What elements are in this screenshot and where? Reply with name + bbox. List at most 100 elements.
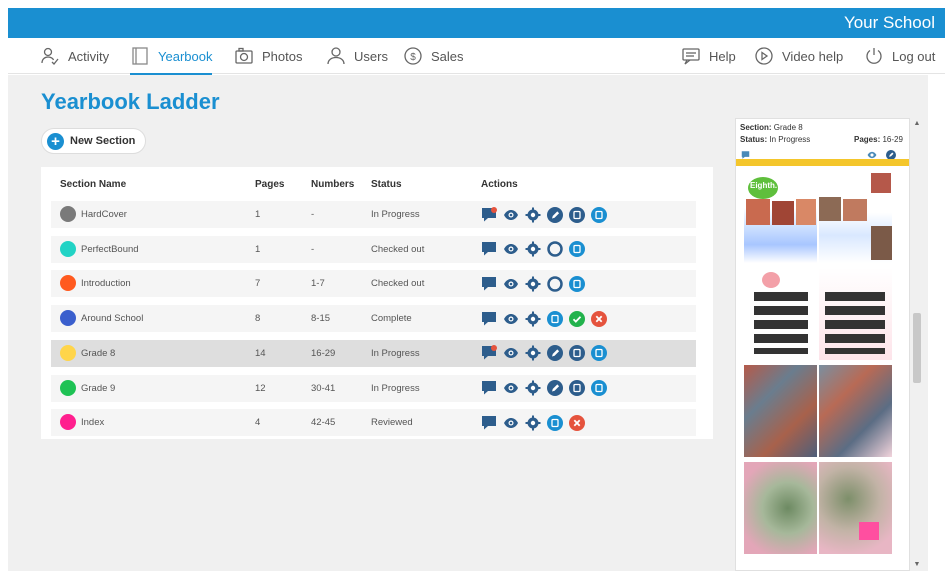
gear-icon[interactable] bbox=[525, 415, 541, 431]
gear-icon[interactable] bbox=[525, 380, 541, 396]
lock-blue-icon[interactable] bbox=[591, 206, 607, 223]
section-color-dot bbox=[60, 240, 76, 257]
page-thumbnail: Eighth. bbox=[744, 171, 817, 263]
gear-icon[interactable] bbox=[525, 241, 541, 257]
cancel-icon[interactable] bbox=[591, 310, 607, 327]
status-cell: Complete bbox=[371, 313, 412, 325]
section-color-dot bbox=[60, 379, 76, 396]
eye-icon[interactable] bbox=[503, 415, 519, 431]
school-name: Your School bbox=[843, 13, 935, 32]
preview-header: Section: Grade 8 Status: In Progress Pag… bbox=[736, 119, 909, 160]
section-name-cell: Grade 9 bbox=[81, 382, 116, 394]
preview-status-line: Status: In Progress bbox=[740, 135, 810, 144]
table-row[interactable]: PerfectBound 1 - Checked out bbox=[51, 235, 696, 263]
comment-alert-icon[interactable] bbox=[481, 206, 497, 223]
edit-icon[interactable] bbox=[547, 380, 563, 396]
eye-icon[interactable] bbox=[503, 276, 519, 292]
pages-cell: 8 bbox=[255, 313, 261, 325]
eye-icon[interactable] bbox=[503, 380, 519, 396]
gear-icon[interactable] bbox=[525, 276, 541, 292]
numbers-cell: 8-15 bbox=[311, 313, 331, 325]
eye-icon[interactable] bbox=[503, 311, 519, 327]
nav-photos[interactable]: Photos bbox=[234, 38, 302, 74]
preview-scrollbar[interactable]: ▲ ▼ bbox=[911, 118, 923, 571]
power-icon bbox=[866, 48, 882, 64]
gear-icon[interactable] bbox=[525, 345, 541, 361]
preview-section-label: Section: bbox=[740, 123, 772, 132]
preview-color-bar bbox=[736, 159, 909, 166]
lock-blue-icon[interactable] bbox=[547, 310, 563, 327]
nav-help[interactable]: Help bbox=[681, 38, 736, 74]
gear-icon[interactable] bbox=[525, 311, 541, 327]
lock-blue-icon[interactable] bbox=[547, 414, 563, 431]
nav-photos-label: Photos bbox=[262, 48, 303, 64]
scroll-down-icon[interactable]: ▼ bbox=[913, 561, 921, 569]
copy-icon[interactable] bbox=[569, 380, 585, 396]
lock-blue-icon[interactable] bbox=[569, 241, 585, 258]
spread-thumbnail[interactable] bbox=[744, 462, 894, 554]
table-row[interactable]: Introduction 7 1-7 Checked out bbox=[51, 270, 696, 298]
check-icon[interactable] bbox=[569, 310, 585, 327]
preview-status-value: In Progress bbox=[769, 135, 811, 144]
comment-icon[interactable] bbox=[481, 415, 497, 431]
row-actions bbox=[481, 275, 591, 292]
edit-icon[interactable] bbox=[547, 206, 563, 223]
nav-users[interactable]: Users bbox=[326, 38, 388, 74]
table-row[interactable]: Grade 8 14 16-29 In Progress bbox=[51, 339, 696, 367]
spread-thumbnail[interactable]: Eighth. bbox=[744, 171, 894, 263]
spread-thumbnail[interactable] bbox=[744, 268, 894, 360]
table-row[interactable]: Around School 8 8-15 Complete bbox=[51, 305, 696, 333]
comment-icon[interactable] bbox=[481, 241, 497, 257]
circle-o-icon[interactable] bbox=[547, 241, 563, 257]
eye-icon[interactable] bbox=[503, 207, 519, 223]
nav-activity[interactable]: Activity bbox=[40, 38, 109, 74]
nav-sales[interactable]: $ Sales bbox=[403, 38, 464, 74]
comment-icon[interactable] bbox=[481, 311, 497, 327]
row-actions bbox=[481, 241, 591, 258]
table-row[interactable]: Grade 9 12 30-41 In Progress bbox=[51, 374, 696, 402]
copy-icon[interactable] bbox=[569, 206, 585, 223]
nav-video-help[interactable]: Video help bbox=[754, 38, 843, 74]
scroll-up-icon[interactable]: ▲ bbox=[913, 120, 921, 128]
section-color-dot bbox=[60, 310, 76, 327]
section-color-dot bbox=[60, 275, 76, 292]
eye-icon[interactable] bbox=[503, 345, 519, 361]
nav-log-out[interactable]: Log out bbox=[864, 38, 935, 74]
nav-log-out-label: Log out bbox=[892, 48, 936, 64]
comment-icon[interactable] bbox=[481, 276, 497, 292]
circle-o-icon[interactable] bbox=[547, 276, 563, 292]
lock-blue-icon[interactable] bbox=[591, 345, 607, 362]
section-name-cell: Grade 8 bbox=[81, 347, 116, 359]
book-icon bbox=[132, 47, 148, 65]
eye-icon[interactable] bbox=[503, 241, 519, 257]
page-thumbnail bbox=[744, 462, 817, 554]
camera-icon bbox=[235, 47, 253, 64]
page-thumbnail bbox=[744, 365, 817, 457]
scroll-thumb[interactable] bbox=[913, 313, 921, 383]
numbers-cell: 1-7 bbox=[311, 278, 325, 290]
comment-alert-icon[interactable] bbox=[481, 345, 497, 361]
gear-icon[interactable] bbox=[525, 207, 541, 223]
section-color-dot bbox=[60, 206, 76, 222]
comment-icon[interactable] bbox=[481, 380, 497, 396]
header-numbers: Numbers bbox=[311, 179, 355, 190]
edit-icon[interactable] bbox=[547, 345, 563, 362]
nav-yearbook[interactable]: Yearbook bbox=[130, 38, 213, 75]
numbers-cell: - bbox=[311, 209, 315, 220]
status-cell: Reviewed bbox=[371, 417, 413, 429]
status-cell: In Progress bbox=[371, 347, 420, 359]
new-section-button[interactable]: + New Section bbox=[41, 128, 147, 154]
copy-icon[interactable] bbox=[569, 345, 585, 362]
table-row[interactable]: Index 4 42-45 Reviewed bbox=[51, 409, 696, 437]
main-area: Yearbook Ladder + New Section Section Na… bbox=[8, 75, 928, 571]
preview-section-line: Section: Grade 8 bbox=[740, 123, 803, 132]
preview-section-value: Grade 8 bbox=[773, 123, 803, 132]
cancel-icon[interactable] bbox=[569, 414, 585, 431]
lock-blue-icon[interactable] bbox=[591, 380, 607, 396]
spread-thumbnail[interactable] bbox=[744, 365, 894, 457]
row-actions bbox=[481, 345, 613, 362]
table-row[interactable]: HardCover 1 - In Progress bbox=[51, 201, 696, 228]
page-thumbnail bbox=[819, 365, 892, 457]
nav-users-label: Users bbox=[354, 48, 388, 64]
lock-blue-icon[interactable] bbox=[569, 275, 585, 292]
